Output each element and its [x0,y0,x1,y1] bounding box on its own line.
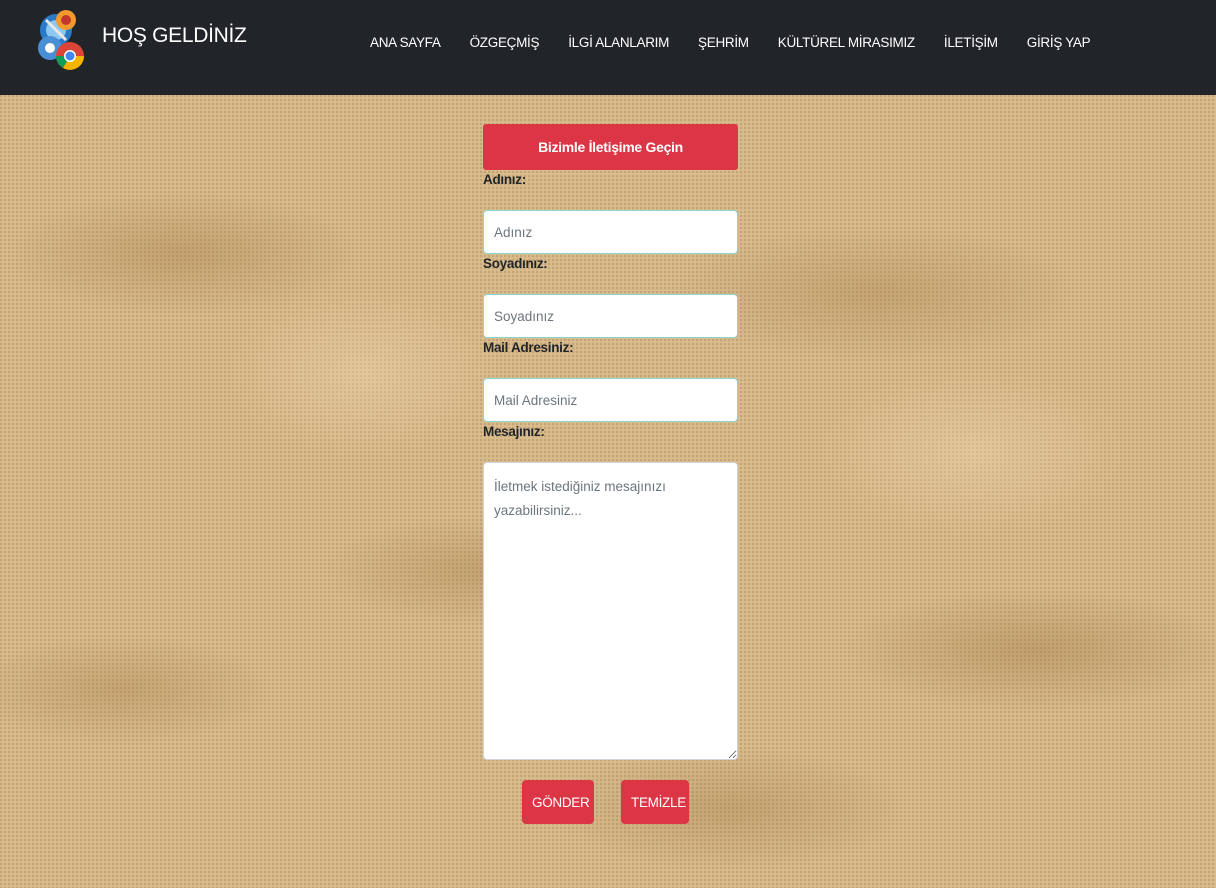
nav-links: ANA SAYFA ÖZGEÇMİŞ İLGİ ALANLARIM ŞEHRİM… [370,35,1119,50]
form-header: Bizimle İletişime Geçin [483,124,738,170]
mail-input[interactable] [483,378,738,422]
sand-background: Bizimle İletişime Geçin Adınız: Soyadını… [0,95,1216,888]
send-button[interactable]: GÖNDER [522,780,594,824]
nav-link-home[interactable]: ANA SAYFA [370,35,441,50]
surname-input[interactable] [483,294,738,338]
nav-link-city[interactable]: ŞEHRİM [698,35,749,50]
nav-link-heritage[interactable]: KÜLTÜREL MİRASIMIZ [778,35,915,50]
message-textarea[interactable] [483,462,738,760]
browser-logos-icon [38,10,84,70]
contact-form: Bizimle İletişime Geçin Adınız: Soyadını… [483,124,739,760]
nav-link-contact[interactable]: İLETİŞİM [944,35,998,50]
name-label: Adınız: [483,172,526,187]
brand-title: HOŞ GELDİNİZ [102,24,247,47]
mail-label: Mail Adresiniz: [483,340,574,355]
nav-link-interests[interactable]: İLGİ ALANLARIM [568,35,669,50]
clear-button[interactable]: TEMİZLE [621,780,689,824]
nav-link-login[interactable]: GİRİŞ YAP [1027,35,1091,50]
nav-link-resume[interactable]: ÖZGEÇMİŞ [470,35,540,50]
navbar: HOŞ GELDİNİZ ANA SAYFA ÖZGEÇMİŞ İLGİ ALA… [0,0,1216,95]
brand[interactable]: HOŞ GELDİNİZ [36,8,247,78]
form-buttons: GÖNDER TEMİZLE [522,780,689,824]
surname-label: Soyadınız: [483,256,548,271]
name-input[interactable] [483,210,738,254]
message-label: Mesajınız: [483,424,545,439]
